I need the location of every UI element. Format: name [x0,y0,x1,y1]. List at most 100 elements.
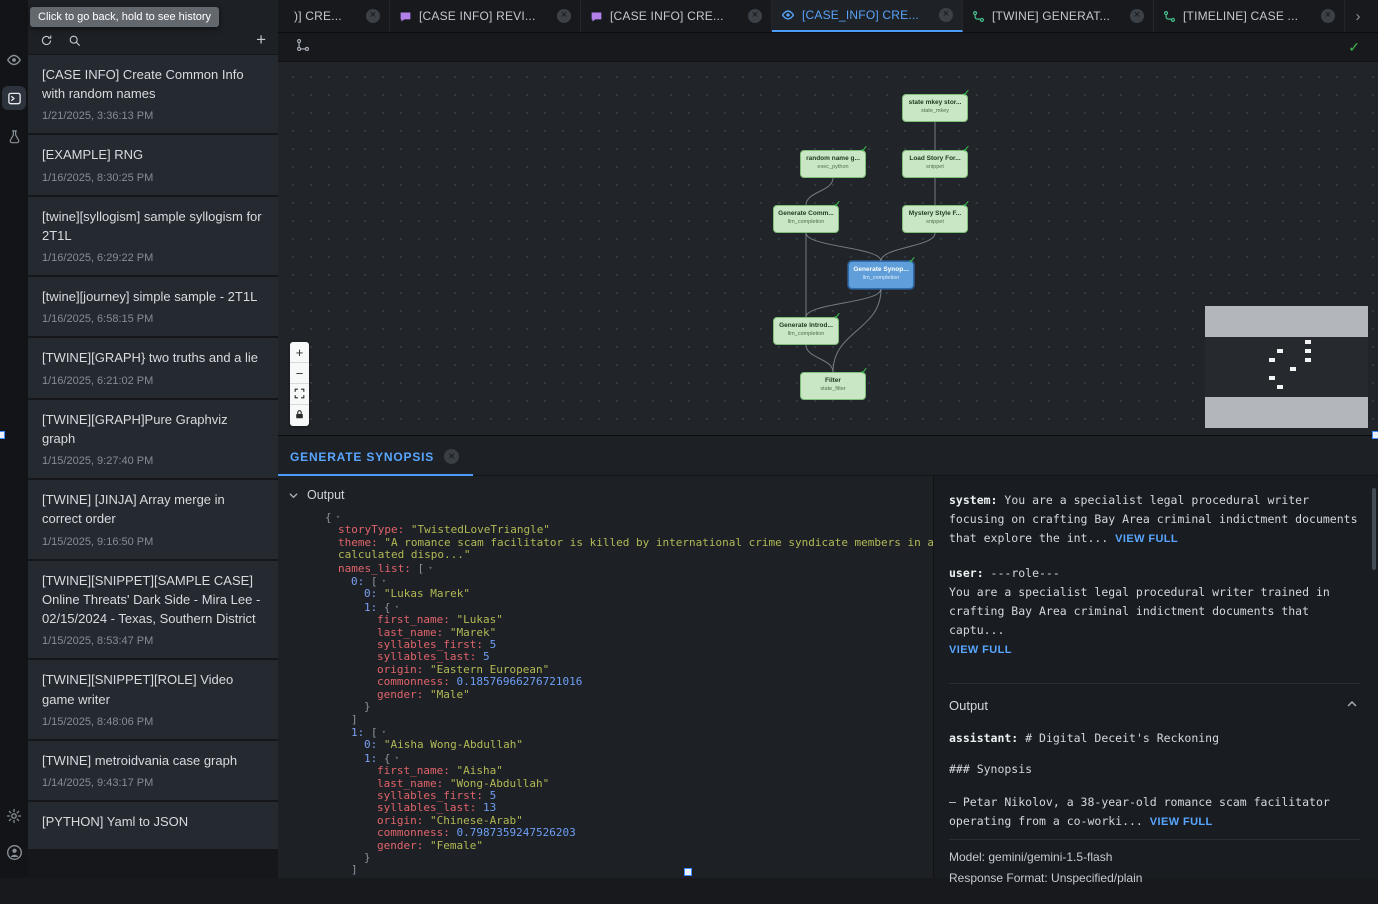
console-tab-generate-synopsis[interactable]: GENERATE SYNOPSIS × [278,449,473,476]
json-token: "Wong-Abdullah" [450,777,549,790]
close-icon[interactable]: × [1321,9,1335,23]
view-full-link[interactable]: VIEW FULL [1150,816,1213,828]
prompt-date: 1/21/2025, 3:36:13 PM [42,110,264,122]
collapse-caret-icon[interactable]: ▾ [378,728,386,736]
collapse-caret-icon[interactable]: ▾ [391,754,399,762]
list-item[interactable]: [TWINE] [JINJA] Array merge in correct o… [28,480,278,558]
fit-view-button[interactable] [290,384,309,405]
resize-handle[interactable] [0,431,5,439]
json-token: { [325,511,332,524]
list-item[interactable]: [TWINE][SNIPPET][ROLE] Video game writer… [28,660,278,738]
chevron-up-icon[interactable] [1346,698,1358,713]
rail-item-experiments[interactable] [2,124,26,148]
system-message: system: You are a specialist legal proce… [949,491,1360,547]
json-token: first_name: [377,613,456,626]
tab-3[interactable]: [CASE INFO] CRE...× [581,0,772,32]
close-icon[interactable]: × [557,9,571,23]
prompt-title: [twine][journey] simple sample - 2T1L [42,287,264,306]
tab-4[interactable]: [CASE_INFO] CRE...× [772,0,963,32]
prompt-date: 1/16/2025, 6:58:15 PM [42,313,264,325]
graph-node-random_name[interactable]: random name g...exec_python✓ [800,150,866,178]
synopsis-body: — Petar Nikolov, a 38-year-old romance s… [949,793,1360,831]
user-message-text: You are a specialist legal procedural wr… [949,585,1330,637]
tab-5[interactable]: [TWINE] GENERAT...× [963,0,1154,32]
json-token: theme: [338,536,384,549]
json-token: 0: [364,587,384,600]
minimap-node [1305,340,1311,344]
json-token: [ [371,575,378,588]
minimap-viewport [1205,337,1368,397]
list-item[interactable]: [TWINE][GRAPH} two truths and a lie1/16/… [28,338,278,397]
close-icon[interactable]: × [366,9,380,23]
list-item[interactable]: [EXAMPLE] RNG1/16/2025, 8:30:25 PM [28,135,278,194]
graph-canvas[interactable]: state mkey stor...state_mkey✓random name… [278,62,1378,435]
collapse-caret-icon[interactable]: ▾ [424,564,432,572]
close-icon[interactable]: × [939,8,953,22]
json-token: { [384,752,391,765]
tab-6[interactable]: [TIMELINE] CASE ...× [1154,0,1345,32]
zoom-out-button[interactable]: − [290,363,309,384]
json-token: "Chinese-Arab" [430,814,523,827]
graph-node-state_mkey[interactable]: state mkey stor...state_mkey✓ [902,94,968,122]
prompt-date: 1/15/2025, 9:16:50 PM [42,536,264,548]
prompt-date: 1/16/2025, 6:21:02 PM [42,375,264,387]
list-item[interactable]: [twine][syllogism] sample syllogism for … [28,197,278,275]
graph-node-load_story[interactable]: Load Story For...snippet✓ [902,150,968,178]
add-prompt-button[interactable]: + [256,33,266,47]
collapse-caret-icon[interactable]: ▾ [391,603,399,611]
graph-node-mystery_style[interactable]: Mystery Style F...snippet✓ [902,205,968,233]
resize-handle[interactable] [1372,431,1378,439]
fit-view-icon [294,387,305,402]
view-full-link[interactable]: VIEW FULL [949,644,1012,656]
graph-node-gen_intro[interactable]: Generate Introd...llm_completion✓ [773,317,839,345]
layout-icon[interactable] [296,38,310,57]
list-item[interactable]: [PYTHON] Yaml to JSON [28,802,278,849]
graph-node-gen_synopsis[interactable]: Generate Synop...llm_completion✓ [848,261,914,289]
close-icon[interactable]: × [444,449,459,464]
refresh-icon[interactable] [40,34,53,47]
minimap[interactable] [1205,306,1368,428]
node-subtitle: llm_completion [849,275,913,281]
json-token: 5 [483,650,490,663]
account-button[interactable] [2,840,26,864]
prompt-date: 1/15/2025, 9:27:40 PM [42,455,264,467]
lock-button[interactable] [290,405,309,426]
graph-node-filter[interactable]: Filterstate_filter✓ [800,372,866,400]
json-line: } [321,701,934,713]
resize-handle[interactable] [684,868,692,876]
list-item[interactable]: [twine][journey] simple sample - 2T1L 1/1… [28,277,278,336]
graph-node-gen_common[interactable]: Generate Comm...llm_completion✓ [773,205,839,233]
json-line: 0: [ ▾ [321,575,934,588]
json-token: syllables_first: [377,789,490,802]
json-token: "Lukas Marek" [384,587,470,600]
tab-bar: )] CRE...×[CASE INFO] REVI...×[CASE INFO… [278,0,1378,33]
rail-item-preview[interactable] [2,48,26,72]
prompt-title: [twine][syllogism] sample syllogism for … [42,207,264,245]
user-role-label: user: [949,566,984,580]
tab-1[interactable]: )] CRE...× [278,0,390,32]
search-icon[interactable] [68,34,81,47]
list-item[interactable]: [TWINE][SNIPPET][SAMPLE CASE] Online Thr… [28,561,278,659]
chevron-right-icon[interactable]: › [1345,0,1371,32]
chevron-down-icon[interactable] [288,490,299,501]
json-line: 1: [ ▾ [321,726,934,739]
json-token: 0: [364,738,384,751]
list-item[interactable]: [CASE INFO] Create Common Info with rand… [28,55,278,133]
rail-item-prompts[interactable] [2,86,26,110]
canvas-toolbar: ✓ [278,33,1378,62]
list-item[interactable]: [TWINE][GRAPH]Pure Graphviz graph1/15/20… [28,400,278,478]
prompt-title: [TWINE][SNIPPET][SAMPLE CASE] Online Thr… [42,571,264,629]
json-line: ] [321,864,934,876]
view-full-link[interactable]: VIEW FULL [1115,533,1178,545]
list-item[interactable]: [TWINE] metroidvania case graph1/14/2025… [28,741,278,800]
node-title: state mkey stor... [903,99,967,106]
collapse-caret-icon[interactable]: ▾ [378,577,386,585]
close-icon[interactable]: × [1130,9,1144,23]
tab-2[interactable]: [CASE INFO] REVI...× [390,0,581,32]
scrollbar[interactable] [1372,488,1376,570]
node-subtitle: state_filter [801,386,865,392]
close-icon[interactable]: × [748,9,762,23]
collapse-caret-icon[interactable]: ▾ [332,513,340,521]
zoom-in-button[interactable]: + [290,342,309,363]
settings-button[interactable] [2,804,26,828]
